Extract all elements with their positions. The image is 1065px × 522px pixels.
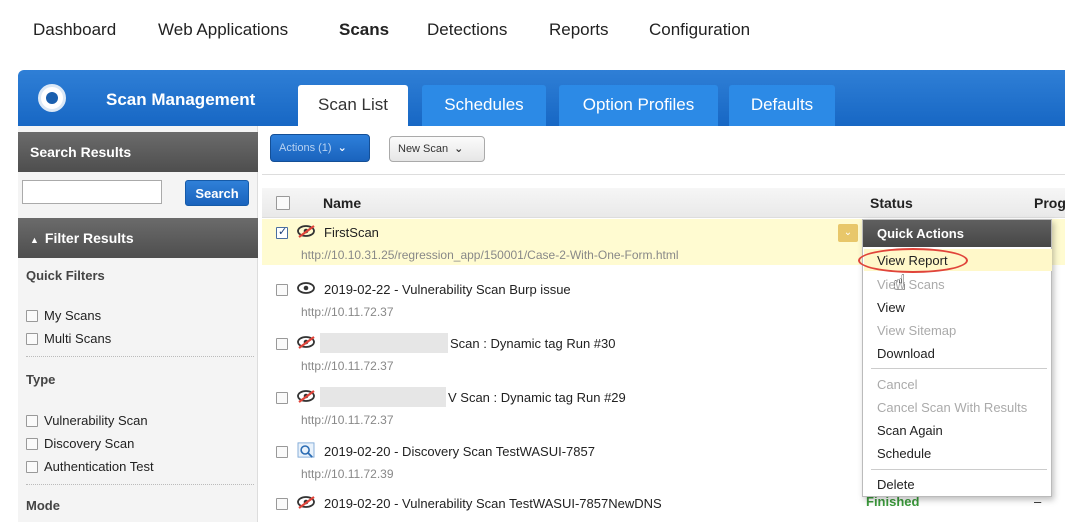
menu-item-delete[interactable]: Delete xyxy=(877,477,915,492)
row-checkbox[interactable] xyxy=(276,338,288,350)
search-input[interactable] xyxy=(22,180,162,204)
actions-dropdown-button[interactable]: Actions (1) ⌄ xyxy=(270,134,370,162)
tab-defaults[interactable]: Defaults xyxy=(729,85,835,126)
menu-item-cancel-with-results[interactable]: Cancel Scan With Results xyxy=(877,400,1027,415)
nav-detections[interactable]: Detections xyxy=(427,20,507,40)
scan-name[interactable]: 2019-02-22 - Vulnerability Scan Burp iss… xyxy=(324,282,571,297)
chevron-down-icon: ⌄ xyxy=(454,143,464,155)
mode-label: Mode xyxy=(26,498,60,513)
scan-name[interactable]: V Scan : Dynamic tag Run #29 xyxy=(448,390,626,405)
menu-item-view-sitemap[interactable]: View Sitemap xyxy=(877,323,956,338)
quick-actions-title: Quick Actions xyxy=(863,220,1051,247)
filter-multi-scans[interactable]: Multi Scans xyxy=(26,331,111,346)
menu-item-view[interactable]: View xyxy=(877,300,905,315)
triangle-up-icon: ▲ xyxy=(30,235,39,245)
redacted-text xyxy=(320,333,448,353)
row-checkbox[interactable] xyxy=(276,446,288,458)
discovery-scan-icon xyxy=(297,442,315,458)
filter-authentication-test[interactable]: Authentication Test xyxy=(26,459,154,474)
tab-option-profiles[interactable]: Option Profiles xyxy=(559,85,718,126)
eye-crossed-icon xyxy=(297,496,315,509)
menu-item-schedule[interactable]: Schedule xyxy=(877,446,931,461)
type-label: Type xyxy=(26,372,56,387)
scan-name[interactable]: FirstScan xyxy=(324,225,379,240)
filter-label: My Scans xyxy=(44,308,102,323)
filter-label: Vulnerability Scan xyxy=(44,413,148,428)
row-checkbox[interactable] xyxy=(276,284,288,296)
filter-label: Authentication Test xyxy=(44,459,154,474)
menu-item-view-scans[interactable]: View Scans xyxy=(877,277,945,292)
menu-separator xyxy=(871,469,1047,470)
scan-management-header: Scan Management Scan List Schedules Opti… xyxy=(18,70,1065,126)
filter-my-scans[interactable]: My Scans xyxy=(26,308,101,323)
filter-results-header[interactable]: ▲ Filter Results xyxy=(18,218,258,258)
row-checkbox[interactable] xyxy=(276,225,288,239)
nav-configuration[interactable]: Configuration xyxy=(649,20,750,40)
checkbox[interactable] xyxy=(26,310,38,322)
actions-label: Actions (1) xyxy=(279,142,332,154)
divider xyxy=(26,356,254,357)
top-navigation: Dashboard Web Applications Scans Detecti… xyxy=(0,0,1065,64)
menu-item-cancel[interactable]: Cancel xyxy=(877,377,917,392)
redacted-text xyxy=(320,387,446,407)
eye-icon xyxy=(297,282,315,294)
scan-name[interactable]: Scan : Dynamic tag Run #30 xyxy=(450,336,615,351)
chevron-down-icon: ⌄ xyxy=(337,142,347,154)
nav-scans[interactable]: Scans xyxy=(339,20,389,40)
eye-crossed-icon xyxy=(297,225,315,238)
scan-name[interactable]: 2019-02-20 - Vulnerability Scan TestWASU… xyxy=(324,496,662,511)
eye-crossed-icon xyxy=(297,336,315,349)
scan-url: http://10.11.72.37 xyxy=(301,305,394,319)
nav-dashboard[interactable]: Dashboard xyxy=(33,20,116,40)
tab-schedules[interactable]: Schedules xyxy=(422,85,546,126)
row-checkbox[interactable] xyxy=(276,392,288,404)
select-all-checkbox[interactable] xyxy=(276,196,290,210)
menu-item-scan-again[interactable]: Scan Again xyxy=(877,423,943,438)
checkbox[interactable] xyxy=(26,333,38,345)
page-title: Scan Management xyxy=(106,90,256,109)
nav-web-applications[interactable]: Web Applications xyxy=(158,20,288,40)
toolbar-divider xyxy=(262,174,1065,175)
new-scan-dropdown-button[interactable]: New Scan ⌄ xyxy=(389,136,485,162)
column-name[interactable]: Name xyxy=(323,195,361,211)
sidebar: Search Results Search ▲ Filter Results Qu… xyxy=(18,126,258,522)
column-progress[interactable]: Prog xyxy=(1034,195,1065,211)
scan-url: http://10.11.72.37 xyxy=(301,359,394,373)
scan-name[interactable]: 2019-02-20 - Discovery Scan TestWASUI-78… xyxy=(324,444,595,459)
tab-scan-list[interactable]: Scan List xyxy=(298,85,408,126)
menu-separator xyxy=(871,368,1047,369)
row-checkbox[interactable] xyxy=(276,498,288,510)
new-scan-label: New Scan xyxy=(398,143,449,155)
column-status[interactable]: Status xyxy=(870,195,913,211)
hand-cursor-icon: ☝ xyxy=(893,270,907,295)
eye-crossed-icon xyxy=(297,390,315,403)
nav-reports[interactable]: Reports xyxy=(549,20,609,40)
row-quick-actions-caret[interactable]: ⌄ xyxy=(838,224,858,242)
filter-results-label: Filter Results xyxy=(44,230,134,246)
highlight-annotation xyxy=(858,248,968,273)
qualys-logo-icon xyxy=(38,84,66,112)
checkbox[interactable] xyxy=(26,461,38,473)
checkbox[interactable] xyxy=(26,415,38,427)
search-button[interactable]: Search xyxy=(185,180,249,206)
menu-item-download[interactable]: Download xyxy=(877,346,935,361)
filter-discovery-scan[interactable]: Discovery Scan xyxy=(26,436,134,451)
quick-filters-label: Quick Filters xyxy=(26,268,105,283)
checkbox[interactable] xyxy=(26,438,38,450)
filter-vulnerability-scan[interactable]: Vulnerability Scan xyxy=(26,413,148,428)
filter-label: Discovery Scan xyxy=(44,436,135,451)
search-results-header: Search Results xyxy=(18,132,258,172)
filter-label: Multi Scans xyxy=(44,331,112,346)
scan-url: http://10.11.72.39 xyxy=(301,467,394,481)
table-header: Name Status Prog xyxy=(262,188,1065,218)
scan-url: http://10.11.72.37 xyxy=(301,413,394,427)
scan-url: http://10.10.31.25/regression_app/150001… xyxy=(301,248,679,262)
divider xyxy=(26,484,254,485)
